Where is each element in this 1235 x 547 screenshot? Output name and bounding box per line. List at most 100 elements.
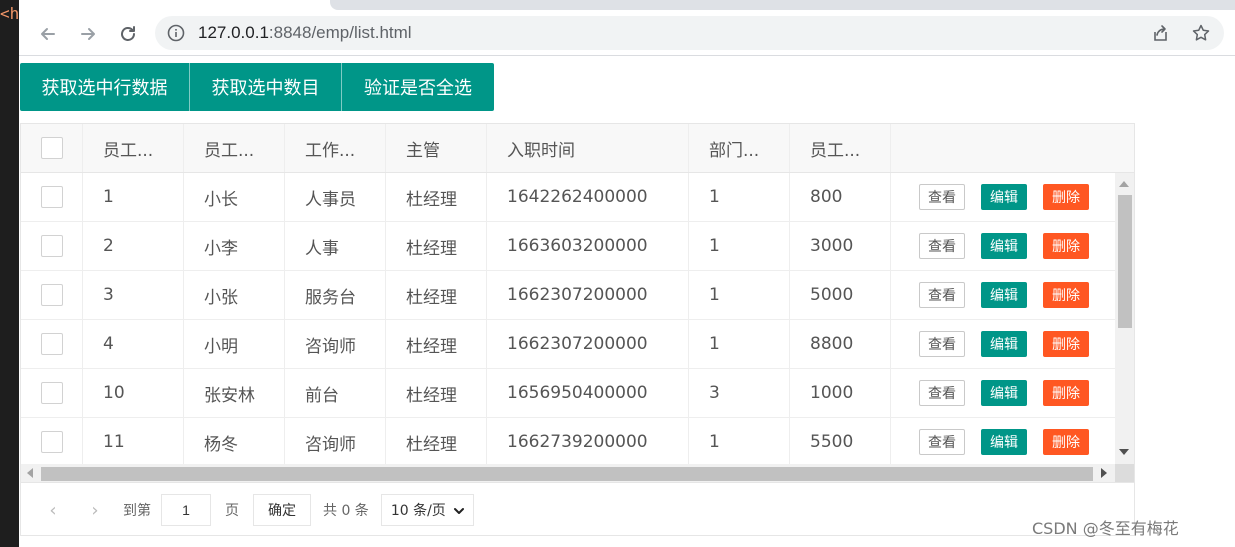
check-all-selected-button[interactable]: 验证是否全选 <box>342 63 494 111</box>
forward-button[interactable] <box>75 21 101 47</box>
pagination-bar: ‹ › 到第 页 确定 共 0 条 10 条/页 <box>21 482 1134 535</box>
scroll-right-arrow-icon[interactable] <box>1101 468 1107 478</box>
scroll-up-arrow-icon[interactable] <box>1119 181 1129 187</box>
cell: 1000 <box>790 369 891 417</box>
cell: 1642262400000 <box>487 173 689 221</box>
row-actions: 查看 编辑 删除 <box>891 320 1115 368</box>
table-row: 10 张安林 前台 杜经理 1656950400000 3 1000 查看 编辑… <box>21 369 1115 418</box>
delete-button[interactable]: 删除 <box>1043 380 1089 406</box>
cell: 1662307200000 <box>487 320 689 368</box>
get-selected-rows-button[interactable]: 获取选中行数据 <box>20 63 190 111</box>
next-page-icon[interactable]: › <box>81 495 109 525</box>
cell: 服务台 <box>285 271 386 319</box>
inactive-tab-area <box>330 0 1235 10</box>
editor-left-strip: <h <box>0 0 19 547</box>
row-actions: 查看 编辑 删除 <box>891 173 1115 221</box>
row-checkbox[interactable] <box>40 333 63 355</box>
edit-button[interactable]: 编辑 <box>981 331 1027 357</box>
edit-button[interactable]: 编辑 <box>981 184 1027 210</box>
select-all-checkbox[interactable] <box>40 137 63 159</box>
header-col-4[interactable]: 主管 <box>386 124 487 172</box>
row-checkbox[interactable] <box>40 186 63 208</box>
scroll-down-arrow-icon[interactable] <box>1119 449 1129 455</box>
row-actions: 查看 编辑 删除 <box>891 222 1115 270</box>
table-row: 4 小明 咨询师 杜经理 1662307200000 1 8800 查看 编辑 … <box>21 320 1115 369</box>
view-button[interactable]: 查看 <box>919 429 965 455</box>
row-actions: 查看 编辑 删除 <box>891 418 1115 464</box>
cell: 11 <box>83 418 184 464</box>
reload-button[interactable] <box>115 21 141 47</box>
row-checkbox[interactable] <box>40 284 63 306</box>
header-col-7[interactable]: 员工... <box>790 124 891 172</box>
horizontal-scrollbar[interactable] <box>21 464 1115 482</box>
employee-table: 员工... 员工... 工作... 主管 入职时间 部门... 员工... 1 … <box>20 123 1135 536</box>
row-checkbox[interactable] <box>40 431 63 453</box>
header-col-2[interactable]: 员工... <box>184 124 285 172</box>
cell: 小明 <box>184 320 285 368</box>
row-checkbox-cell <box>21 271 83 319</box>
edit-button[interactable]: 编辑 <box>981 282 1027 308</box>
cell: 3 <box>83 271 184 319</box>
edit-button[interactable]: 编辑 <box>981 233 1027 259</box>
reload-icon <box>121 26 135 41</box>
cell: 1 <box>689 320 790 368</box>
page-size-value: 10 条/页 <box>390 503 446 519</box>
delete-button[interactable]: 删除 <box>1043 282 1089 308</box>
view-button[interactable]: 查看 <box>919 233 965 259</box>
header-col-3[interactable]: 工作... <box>285 124 386 172</box>
page-number-input[interactable] <box>161 494 211 526</box>
cell: 杜经理 <box>386 173 487 221</box>
table-row: 3 小张 服务台 杜经理 1662307200000 1 5000 查看 编辑 … <box>21 271 1115 320</box>
back-button[interactable] <box>35 21 61 47</box>
delete-button[interactable]: 删除 <box>1043 184 1089 210</box>
row-checkbox[interactable] <box>40 235 63 257</box>
table-body: 1 小长 人事员 杜经理 1642262400000 1 800 查看 编辑 删… <box>21 173 1115 464</box>
page-unit-label: 页 <box>225 503 239 519</box>
action-button-group: 获取选中行数据 获取选中数目 验证是否全选 <box>20 63 494 111</box>
row-checkbox-cell <box>21 418 83 464</box>
site-info-icon[interactable] <box>167 24 185 42</box>
edit-button[interactable]: 编辑 <box>981 429 1027 455</box>
cell: 3 <box>689 369 790 417</box>
cell: 1 <box>689 418 790 464</box>
table-row: 2 小李 人事 杜经理 1663603200000 1 3000 查看 编辑 删… <box>21 222 1115 271</box>
cell: 人事 <box>285 222 386 270</box>
header-col-5[interactable]: 入职时间 <box>487 124 689 172</box>
forward-arrow-icon <box>81 28 95 40</box>
prev-page-icon[interactable]: ‹ <box>39 495 67 525</box>
cell: 5500 <box>790 418 891 464</box>
vertical-scroll-thumb[interactable] <box>1118 195 1132 328</box>
view-button[interactable]: 查看 <box>919 282 965 308</box>
header-actions-col <box>891 124 1115 172</box>
cell: 前台 <box>285 369 386 417</box>
row-checkbox-cell <box>21 222 83 270</box>
get-selected-count-button[interactable]: 获取选中数目 <box>190 63 342 111</box>
delete-button[interactable]: 删除 <box>1043 233 1089 259</box>
address-bar[interactable]: 127.0.0.1:8848/emp/list.html <box>155 16 1224 50</box>
cell: 小李 <box>184 222 285 270</box>
delete-button[interactable]: 删除 <box>1043 331 1089 357</box>
view-button[interactable]: 查看 <box>919 380 965 406</box>
cell: 1 <box>83 173 184 221</box>
edit-button[interactable]: 编辑 <box>981 380 1027 406</box>
header-col-1[interactable]: 员工... <box>83 124 184 172</box>
delete-button[interactable]: 删除 <box>1043 429 1089 455</box>
bookmark-star-icon[interactable] <box>1191 23 1211 43</box>
share-icon[interactable] <box>1150 23 1170 43</box>
url-path: :8848/emp/list.html <box>268 23 412 42</box>
page-size-select[interactable]: 10 条/页 <box>380 494 474 526</box>
table-row: 1 小长 人事员 杜经理 1642262400000 1 800 查看 编辑 删… <box>21 173 1115 222</box>
cell: 杜经理 <box>386 418 487 464</box>
cell: 3000 <box>790 222 891 270</box>
cell: 1663603200000 <box>487 222 689 270</box>
view-button[interactable]: 查看 <box>919 331 965 357</box>
horizontal-scroll-thumb[interactable] <box>41 467 1093 481</box>
confirm-page-button[interactable]: 确定 <box>253 494 311 526</box>
vertical-scrollbar[interactable] <box>1115 173 1134 464</box>
scroll-left-arrow-icon[interactable] <box>27 468 33 478</box>
view-button[interactable]: 查看 <box>919 184 965 210</box>
cell: 1 <box>689 271 790 319</box>
row-checkbox[interactable] <box>40 382 63 404</box>
header-col-6[interactable]: 部门... <box>689 124 790 172</box>
row-checkbox-cell <box>21 369 83 417</box>
